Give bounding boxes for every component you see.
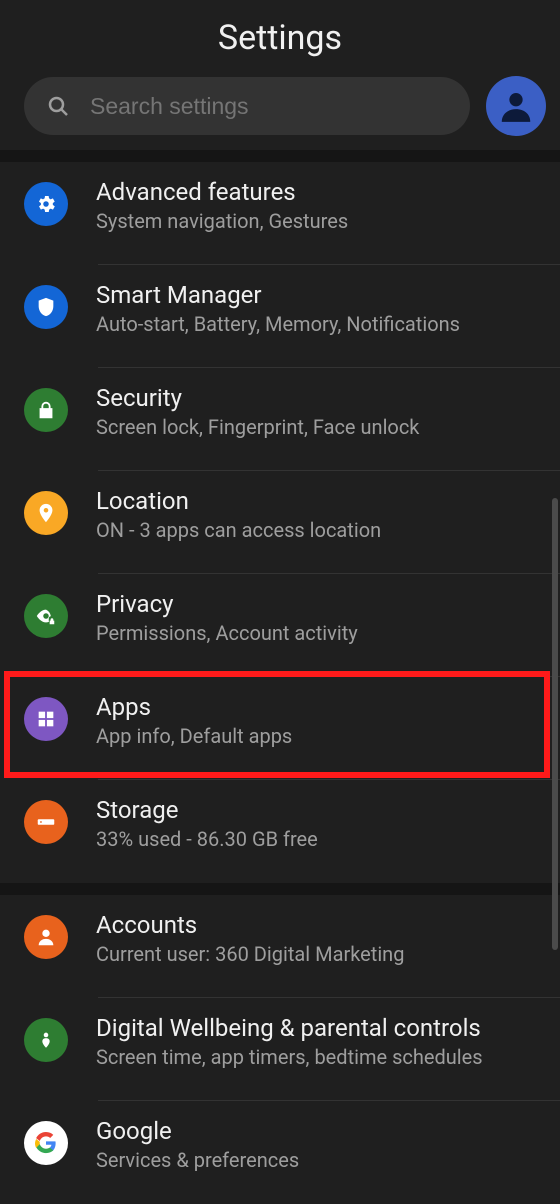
shield-icon [24, 285, 68, 329]
item-subtitle: Auto-start, Battery, Memory, Notificatio… [96, 311, 542, 338]
search-bar[interactable] [24, 77, 470, 135]
scrollbar[interactable] [552, 498, 558, 950]
item-title: Google [96, 1117, 542, 1145]
item-title: Advanced features [96, 178, 542, 206]
item-apps[interactable]: Apps App info, Default apps [0, 677, 560, 780]
person-icon [24, 915, 68, 959]
item-title: Smart Manager [96, 281, 542, 309]
item-google[interactable]: Google Services & preferences [0, 1101, 560, 1204]
item-subtitle: Current user: 360 Digital Marketing [96, 941, 542, 968]
search-icon [46, 94, 70, 118]
lock-icon [24, 388, 68, 432]
item-title: Location [96, 487, 542, 515]
item-title: Apps [96, 693, 542, 721]
item-title: Accounts [96, 911, 542, 939]
item-title: Storage [96, 796, 542, 824]
item-subtitle: Screen time, app timers, bedtime schedul… [96, 1044, 542, 1071]
item-subtitle: Services & preferences [96, 1147, 542, 1174]
avatar[interactable] [486, 76, 546, 136]
item-subtitle: System navigation, Gestures [96, 208, 542, 235]
page-title-text: Settings [0, 18, 560, 58]
person-icon [497, 87, 535, 125]
grid-icon [24, 697, 68, 741]
item-wellbeing[interactable]: Digital Wellbeing & parental controls Sc… [0, 998, 560, 1101]
heart-icon [24, 1018, 68, 1062]
item-subtitle: App info, Default apps [96, 723, 542, 750]
storage-icon [24, 800, 68, 844]
item-location[interactable]: Location ON - 3 apps can access location [0, 471, 560, 574]
item-subtitle: Permissions, Account activity [96, 620, 542, 647]
gear-plus-icon [24, 182, 68, 226]
section-divider [0, 883, 560, 895]
item-accounts[interactable]: Accounts Current user: 360 Digital Marke… [0, 895, 560, 998]
pin-icon [24, 491, 68, 535]
item-security[interactable]: Security Screen lock, Fingerprint, Face … [0, 368, 560, 471]
item-smart-manager[interactable]: Smart Manager Auto-start, Battery, Memor… [0, 265, 560, 368]
google-icon [24, 1121, 68, 1165]
item-privacy[interactable]: Privacy Permissions, Account activity [0, 574, 560, 677]
search-row [0, 68, 560, 150]
item-storage[interactable]: Storage 33% used - 86.30 GB free [0, 780, 560, 883]
eye-lock-icon [24, 594, 68, 638]
page-title: Settings [0, 0, 560, 68]
item-advanced-features[interactable]: Advanced features System navigation, Ges… [0, 162, 560, 265]
item-title: Digital Wellbeing & parental controls [96, 1014, 542, 1042]
item-title: Security [96, 384, 542, 412]
search-input[interactable] [90, 93, 448, 120]
item-title: Privacy [96, 590, 542, 618]
item-subtitle: 33% used - 86.30 GB free [96, 826, 542, 853]
item-subtitle: ON - 3 apps can access location [96, 517, 542, 544]
settings-list: Advanced features System navigation, Ges… [0, 162, 560, 1204]
section-divider [0, 150, 560, 162]
item-subtitle: Screen lock, Fingerprint, Face unlock [96, 414, 542, 441]
